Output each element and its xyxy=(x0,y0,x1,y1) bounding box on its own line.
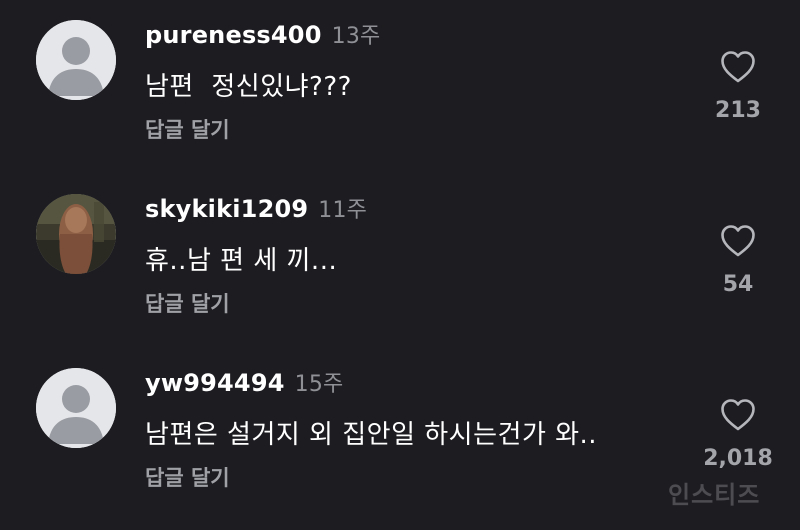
comment-text: 남편은 설거지 외 집안일 하시는건가 와.. xyxy=(145,420,598,450)
watermark: 인스티즈 xyxy=(668,481,761,509)
default-avatar-icon xyxy=(36,368,116,448)
like-count: 2,018 xyxy=(703,446,773,471)
comment-item: skykiki1209 11주 휴..남 편 세 끼... 답글 달기 54 xyxy=(0,184,800,324)
default-avatar-icon xyxy=(36,20,116,100)
avatar[interactable] xyxy=(36,368,116,448)
comment-header: pureness400 13주 xyxy=(145,18,380,50)
comment-time: 13주 xyxy=(331,24,381,49)
reply-button[interactable]: 답글 달기 xyxy=(145,462,230,492)
comment-text: 휴..남 편 세 끼... xyxy=(145,246,338,276)
comment-header: yw994494 15주 xyxy=(145,366,343,398)
like-count: 213 xyxy=(715,98,761,123)
avatar[interactable] xyxy=(36,194,116,274)
heart-outline-icon[interactable] xyxy=(720,398,756,432)
comment-item: pureness400 13주 남편 정신있냐??? 답글 달기 213 xyxy=(0,10,800,150)
username-link[interactable]: skykiki1209 xyxy=(145,195,308,223)
comment-list: pureness400 13주 남편 정신있냐??? 답글 달기 213 skyk… xyxy=(0,0,800,530)
username-link[interactable]: pureness400 xyxy=(145,21,322,49)
comment-header: skykiki1209 11주 xyxy=(145,192,367,224)
heart-outline-icon[interactable] xyxy=(720,224,756,258)
photo-avatar-icon xyxy=(36,194,116,274)
username-link[interactable]: yw994494 xyxy=(145,369,285,397)
heart-outline-icon[interactable] xyxy=(720,50,756,84)
like-count: 54 xyxy=(722,272,754,297)
reply-button[interactable]: 답글 달기 xyxy=(145,114,230,144)
comment-text: 남편 정신있냐??? xyxy=(145,72,352,102)
reply-button[interactable]: 답글 달기 xyxy=(145,288,230,318)
comment-time: 11주 xyxy=(318,198,368,223)
comment-time: 15주 xyxy=(294,372,344,397)
avatar[interactable] xyxy=(36,20,116,100)
